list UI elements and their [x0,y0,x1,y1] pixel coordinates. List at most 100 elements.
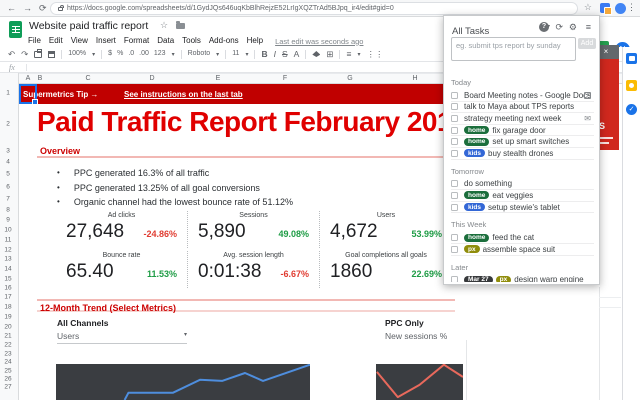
row-header-23[interactable]: 23 [0,351,16,358]
task-checkbox[interactable] [451,246,458,253]
help-icon[interactable]: ? [539,22,549,32]
url-text[interactable]: https://docs.google.com/spreadsheets/d/1… [67,5,394,12]
zoom-select[interactable]: 100% [68,47,86,61]
menu-add-ons[interactable]: Add-ons [209,36,239,46]
more-toolbar-icon[interactable]: ⋮⋮ [366,47,383,61]
task-checkbox[interactable] [451,127,458,134]
italic-button[interactable]: I [274,47,276,61]
task-row[interactable]: do something [451,179,594,191]
row-headers[interactable]: 1234567891011121314151617181920212223242… [0,84,19,400]
column-header-F[interactable]: F [283,75,287,82]
bold-button[interactable]: B [261,47,267,61]
row-header-11[interactable]: 11 [0,237,16,244]
row-header-9[interactable]: 9 [0,217,16,224]
column-header-E[interactable]: E [216,75,221,82]
format--button[interactable]: % [117,47,123,61]
row-header-21[interactable]: 21 [0,333,16,340]
task-checkbox[interactable] [451,138,458,145]
font-select[interactable]: Roboto [188,47,211,61]
horizontal-align-button[interactable]: ≡ [346,47,351,61]
menu-view[interactable]: View [71,36,88,46]
document-title[interactable]: Website paid traffic report [29,20,148,32]
row-header-25[interactable]: 25 [0,368,16,375]
trend-chart-all-channels[interactable] [56,364,310,400]
row-header-1[interactable]: 1 [0,90,16,97]
row-header-8[interactable]: 8 [0,207,16,214]
column-header-G[interactable]: G [347,75,352,82]
column-header-C[interactable]: C [85,75,90,82]
paint-format-icon[interactable] [48,51,55,58]
row-header-10[interactable]: 10 [0,227,16,234]
menu-format[interactable]: Format [124,36,149,46]
extension-icon[interactable] [600,3,610,13]
back-icon[interactable]: ← [7,0,16,17]
task-checkbox[interactable] [451,115,458,122]
add-task-button[interactable]: Add [578,38,596,49]
metric-dropdown-right[interactable]: New sessions % [385,331,465,341]
redo-icon[interactable]: ↷ [21,47,28,61]
bookmark-star-icon[interactable]: ☆ [584,2,592,13]
borders-button[interactable]: ⊞ [326,47,333,61]
row-header-4[interactable]: 4 [0,159,16,166]
task-checkbox[interactable] [451,92,458,99]
tasks-icon[interactable]: ✓ [626,104,637,115]
row-header-27[interactable]: 27 [0,384,16,391]
column-header-H[interactable]: H [412,75,417,82]
row-header-7[interactable]: 7 [0,196,16,203]
reload-icon[interactable]: ⟳ [39,0,47,17]
row-header-3[interactable]: 3 [0,148,16,155]
task-checkbox[interactable] [451,150,458,157]
row-header-16[interactable]: 16 [0,285,16,292]
task-row[interactable]: kidssetup stewie's tablet [451,202,594,214]
row-header-22[interactable]: 22 [0,342,16,349]
text-color-button[interactable]: A [294,47,300,61]
task-row[interactable]: Mar 27pxdesign warp engine [451,275,594,282]
last-edit-link[interactable]: Last edit was seconds ago [275,36,363,46]
metric-dropdown-left[interactable]: Users ▾ [57,331,187,344]
task-row[interactable]: kidsbuy stealth drones [451,148,594,160]
row-header-5[interactable]: 5 [0,171,16,178]
select-all-corner[interactable] [0,73,19,84]
task-row[interactable]: homefeed the cat [451,232,594,244]
format-00-button[interactable]: .00 [139,47,149,61]
row-header-18[interactable]: 18 [0,304,16,311]
menu-edit[interactable]: Edit [49,36,63,46]
refresh-icon[interactable]: ⟳ [555,22,563,33]
banner-instructions-link[interactable]: See instructions on the last tab [124,90,243,99]
keep-icon[interactable] [626,80,637,91]
row-header-6[interactable]: 6 [0,184,16,191]
font-size-select[interactable]: 11 [232,47,239,61]
task-row[interactable]: homeeat veggies [451,190,594,202]
sheets-logo-icon[interactable] [9,21,22,38]
format-123-button[interactable]: 123 [154,47,166,61]
row-header-24[interactable]: 24 [0,359,16,366]
row-header-15[interactable]: 15 [0,276,16,283]
column-header-A[interactable]: A [26,75,31,82]
column-header-B[interactable]: B [38,75,43,82]
task-checkbox[interactable] [451,234,458,241]
new-task-input[interactable] [451,37,576,61]
row-header-13[interactable]: 13 [0,256,16,263]
row-header-17[interactable]: 17 [0,294,16,301]
task-checkbox[interactable] [451,103,458,110]
completed-list-icon[interactable]: ≡ [586,22,591,32]
task-row[interactable]: strategy meeting next week✉ [451,113,594,125]
row-header-2[interactable]: 2 [0,121,16,128]
print-icon[interactable] [34,51,42,58]
column-header-D[interactable]: D [149,75,154,82]
menu-insert[interactable]: Insert [96,36,116,46]
format-0-button[interactable]: .0 [128,47,134,61]
task-checkbox[interactable] [451,276,458,282]
undo-icon[interactable]: ↶ [8,47,15,61]
address-bar[interactable]: https://docs.google.com/spreadsheets/d/1… [50,2,578,15]
move-folder-icon[interactable] [176,23,185,29]
strikethrough-button[interactable]: S [282,47,288,61]
star-document-icon[interactable]: ☆ [160,20,168,31]
settings-gear-icon[interactable]: ⚙ [569,22,577,33]
mail-icon[interactable]: ✉ [584,114,591,123]
menu-data[interactable]: Data [157,36,174,46]
task-row[interactable]: homefix garage door [451,125,594,137]
menu-tools[interactable]: Tools [182,36,201,46]
row-header-12[interactable]: 12 [0,247,16,254]
format--button[interactable]: $ [108,47,112,61]
